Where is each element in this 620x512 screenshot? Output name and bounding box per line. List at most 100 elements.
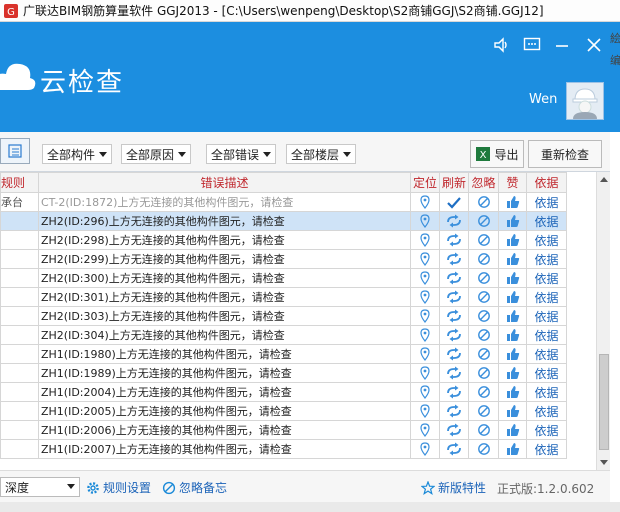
error-description-cell[interactable]: ZH1(ID:2007)上方无连接的其他构件图元，请检查 [38, 439, 411, 459]
like-button[interactable] [498, 268, 527, 288]
like-button[interactable] [498, 211, 527, 231]
error-description-cell[interactable]: ZH2(ID:296)上方无连接的其他构件图元，请检查 [38, 211, 411, 231]
scroll-down-button[interactable] [597, 456, 611, 470]
ignore-button[interactable] [468, 268, 499, 288]
locate-button[interactable] [410, 363, 440, 383]
column-header-rule[interactable]: 规则 [0, 172, 39, 193]
refresh-button[interactable] [439, 382, 469, 402]
refresh-button[interactable] [439, 192, 469, 212]
basis-link[interactable]: 依据 [526, 344, 567, 364]
like-button[interactable] [498, 344, 527, 364]
refresh-button[interactable] [439, 344, 469, 364]
table-row[interactable]: ZH2(ID:299)上方无连接的其他构件图元，请检查 依据 [0, 249, 567, 269]
table-row[interactable]: ZH1(ID:2005)上方无连接的其他构件图元，请检查 依据 [0, 401, 567, 421]
basis-link[interactable]: 依据 [526, 363, 567, 383]
refresh-button[interactable] [439, 211, 469, 231]
new-features-link[interactable]: 新版特性 [421, 479, 486, 496]
table-row[interactable]: 承台 CT-2(ID:1872)上方无连接的其他构件图元，请检查 依据 [0, 192, 567, 212]
locate-button[interactable] [410, 211, 440, 231]
column-header-locate[interactable]: 定位 [410, 172, 440, 193]
basis-link[interactable]: 依据 [526, 306, 567, 326]
locate-button[interactable] [410, 306, 440, 326]
locate-button[interactable] [410, 420, 440, 440]
locate-button[interactable] [410, 287, 440, 307]
basis-link[interactable]: 依据 [526, 420, 567, 440]
like-button[interactable] [498, 439, 527, 459]
like-button[interactable] [498, 306, 527, 326]
basis-link[interactable]: 依据 [526, 268, 567, 288]
basis-link[interactable]: 依据 [526, 230, 567, 250]
rule-settings-link[interactable]: 规则设置 [86, 479, 151, 496]
locate-button[interactable] [410, 249, 440, 269]
basis-link[interactable]: 依据 [526, 192, 567, 212]
ignore-button[interactable] [468, 420, 499, 440]
error-description-cell[interactable]: ZH2(ID:299)上方无连接的其他构件图元，请检查 [38, 249, 411, 269]
table-row[interactable]: ZH1(ID:1980)上方无连接的其他构件图元，请检查 依据 [0, 344, 567, 364]
table-row[interactable]: ZH1(ID:2004)上方无连接的其他构件图元，请检查 依据 [0, 382, 567, 402]
locate-button[interactable] [410, 230, 440, 250]
minimize-button[interactable] [551, 34, 573, 56]
locate-button[interactable] [410, 344, 440, 364]
refresh-button[interactable] [439, 230, 469, 250]
component-filter-dropdown[interactable]: 全部构件 [42, 144, 113, 164]
ignore-button[interactable] [468, 325, 499, 345]
column-header-refresh[interactable]: 刷新 [439, 172, 469, 193]
ignore-button[interactable] [468, 211, 499, 231]
export-button[interactable]: X 导出 [470, 140, 524, 168]
ignore-notes-link[interactable]: 忽略备忘 [162, 479, 227, 496]
locate-button[interactable] [410, 382, 440, 402]
like-button[interactable] [498, 401, 527, 421]
error-description-cell[interactable]: ZH2(ID:303)上方无连接的其他构件图元，请检查 [38, 306, 411, 326]
ignore-button[interactable] [468, 344, 499, 364]
refresh-button[interactable] [439, 249, 469, 269]
recheck-button[interactable]: 重新检查 [528, 140, 602, 168]
column-header-description[interactable]: 错误描述 [38, 172, 411, 193]
table-row[interactable]: ZH2(ID:301)上方无连接的其他构件图元，请检查 依据 [0, 287, 567, 307]
table-row[interactable]: ZH1(ID:2007)上方无连接的其他构件图元，请检查 依据 [0, 439, 567, 459]
basis-link[interactable]: 依据 [526, 211, 567, 231]
refresh-button[interactable] [439, 287, 469, 307]
like-button[interactable] [498, 192, 527, 212]
table-row[interactable]: ZH2(ID:296)上方无连接的其他构件图元，请检查 依据 [0, 211, 567, 231]
column-header-ignore[interactable]: 忽略 [468, 172, 499, 193]
error-description-cell[interactable]: ZH1(ID:2005)上方无连接的其他构件图元，请检查 [38, 401, 411, 421]
basis-link[interactable]: 依据 [526, 382, 567, 402]
like-button[interactable] [498, 420, 527, 440]
column-header-basis[interactable]: 依据 [526, 172, 567, 193]
basis-link[interactable]: 依据 [526, 249, 567, 269]
basis-link[interactable]: 依据 [526, 401, 567, 421]
ignore-button[interactable] [468, 401, 499, 421]
column-header-like[interactable]: 赞 [498, 172, 527, 193]
error-description-cell[interactable]: ZH2(ID:304)上方无连接的其他构件图元，请检查 [38, 325, 411, 345]
user-name[interactable]: Wen [529, 92, 557, 107]
error-description-cell[interactable]: ZH2(ID:298)上方无连接的其他构件图元，请检查 [38, 230, 411, 250]
refresh-button[interactable] [439, 401, 469, 421]
basis-link[interactable]: 依据 [526, 325, 567, 345]
list-view-button[interactable] [0, 138, 30, 164]
table-row[interactable]: ZH2(ID:298)上方无连接的其他构件图元，请检查 依据 [0, 230, 567, 250]
locate-button[interactable] [410, 401, 440, 421]
ignore-button[interactable] [468, 249, 499, 269]
like-button[interactable] [498, 230, 527, 250]
ignore-button[interactable] [468, 439, 499, 459]
floor-filter-dropdown[interactable]: 全部楼层 [286, 144, 357, 164]
like-button[interactable] [498, 363, 527, 383]
reason-filter-dropdown[interactable]: 全部原因 [121, 144, 192, 164]
error-description-cell[interactable]: ZH1(ID:1989)上方无连接的其他构件图元，请检查 [38, 363, 411, 383]
like-button[interactable] [498, 249, 527, 269]
scroll-up-button[interactable] [597, 172, 611, 186]
depth-dropdown[interactable]: 深度 [0, 477, 80, 497]
scrollbar-thumb[interactable] [599, 354, 609, 450]
refresh-button[interactable] [439, 363, 469, 383]
refresh-button[interactable] [439, 268, 469, 288]
ignore-button[interactable] [468, 192, 499, 212]
locate-button[interactable] [410, 439, 440, 459]
basis-link[interactable]: 依据 [526, 439, 567, 459]
ignore-button[interactable] [468, 382, 499, 402]
ignore-button[interactable] [468, 287, 499, 307]
error-description-cell[interactable]: ZH1(ID:2004)上方无连接的其他构件图元，请检查 [38, 382, 411, 402]
locate-button[interactable] [410, 268, 440, 288]
error-description-cell[interactable]: ZH1(ID:1980)上方无连接的其他构件图元，请检查 [38, 344, 411, 364]
refresh-button[interactable] [439, 306, 469, 326]
table-row[interactable]: ZH2(ID:304)上方无连接的其他构件图元，请检查 依据 [0, 325, 567, 345]
